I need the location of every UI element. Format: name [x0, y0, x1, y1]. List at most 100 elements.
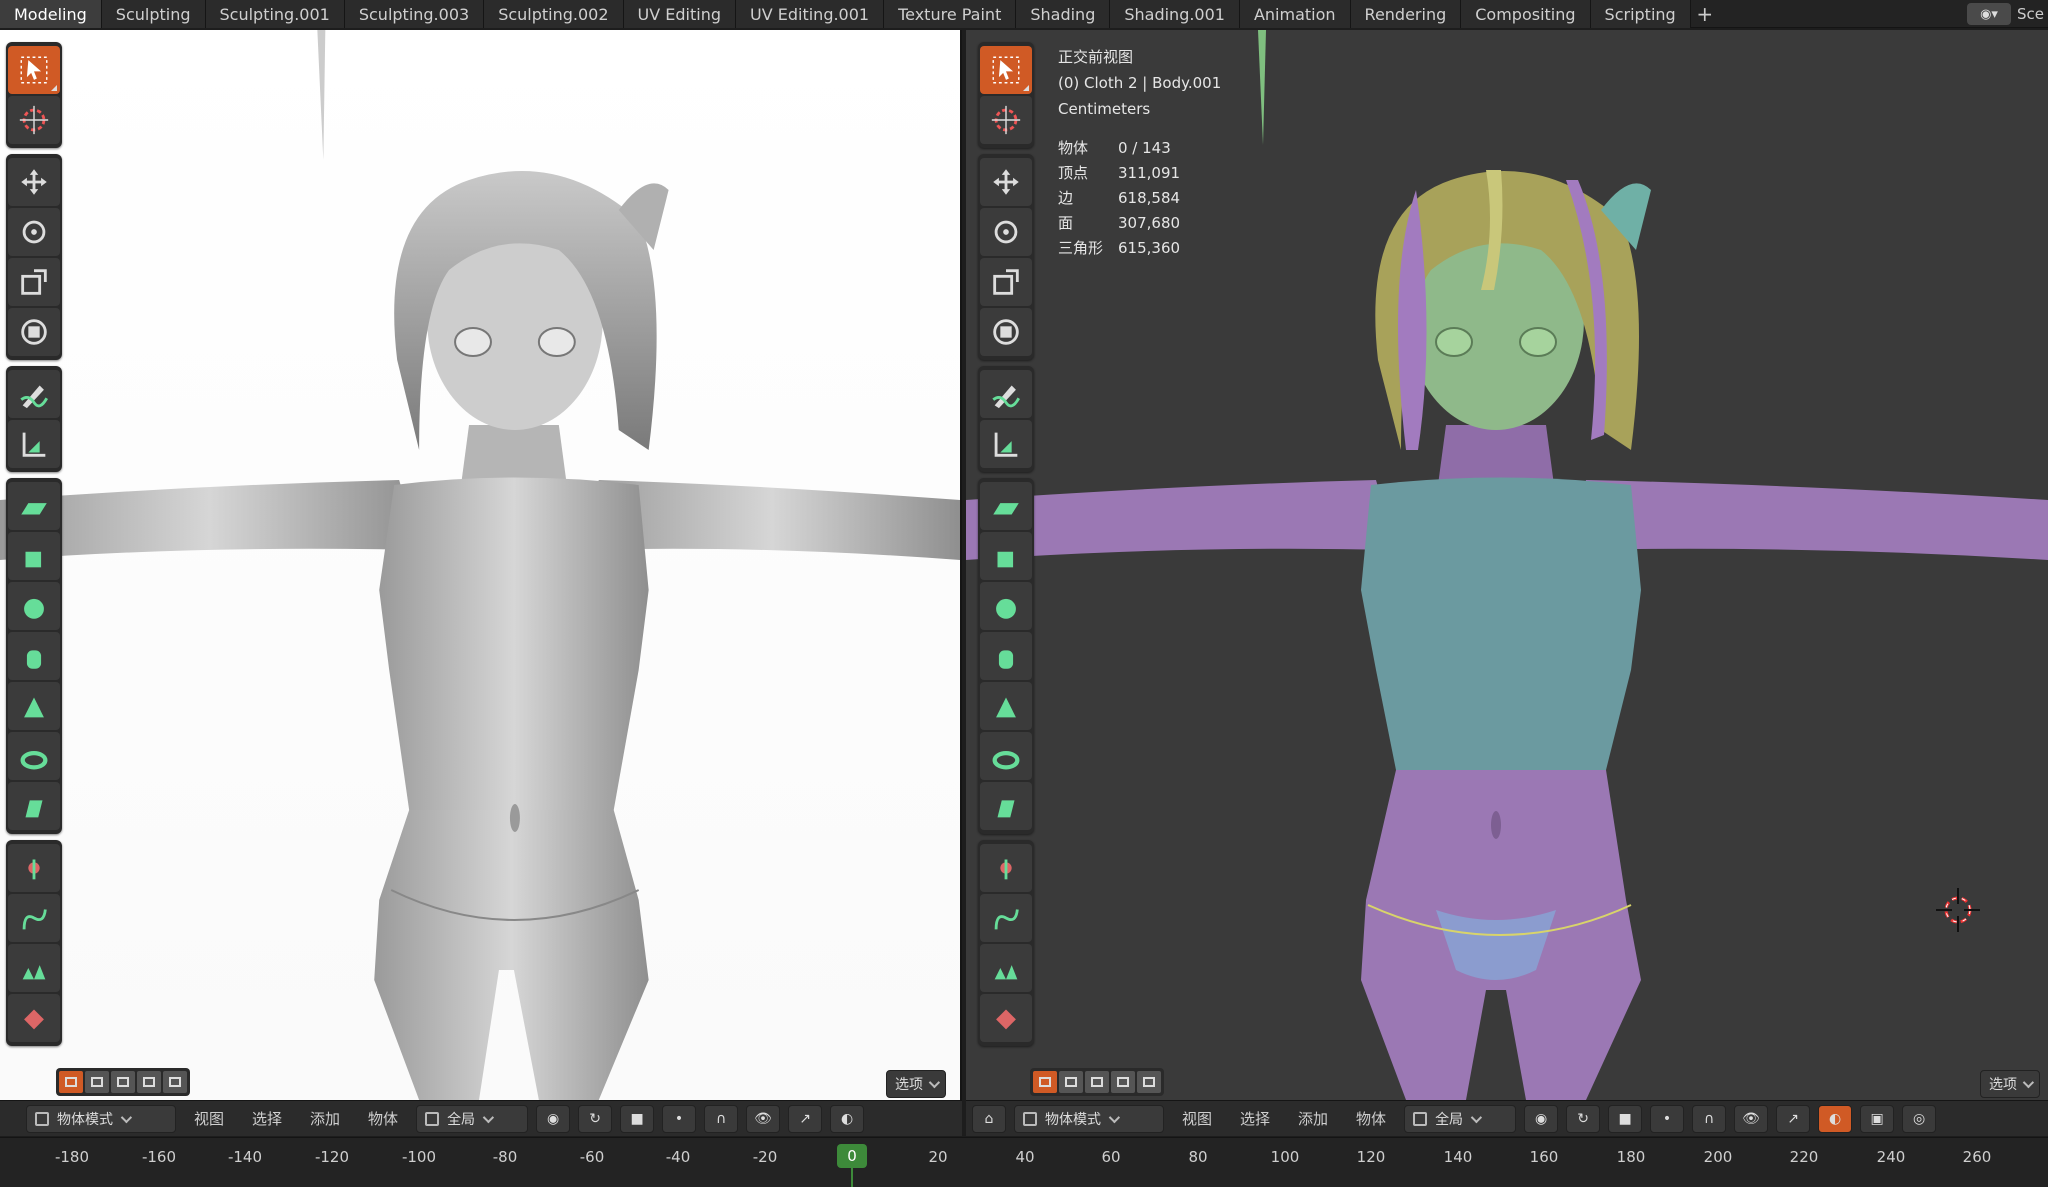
options-button-left[interactable]: 选项	[886, 1070, 946, 1098]
select-intersect-icon[interactable]	[1137, 1071, 1161, 1093]
scene-icon[interactable]: ◉▾	[1967, 3, 2011, 25]
add-cylinder-icon[interactable]	[980, 632, 1032, 680]
3d-cursor-icon[interactable]	[1934, 886, 1982, 934]
menu-object[interactable]: 物体	[1346, 1108, 1396, 1129]
add-sphere-icon[interactable]	[980, 582, 1032, 630]
proportional-edit-icon[interactable]: •	[1650, 1104, 1685, 1133]
transform-icon[interactable]	[8, 308, 60, 356]
scale-icon[interactable]	[980, 258, 1032, 306]
scale-icon[interactable]	[8, 258, 60, 306]
tab-sculpting-003[interactable]: Sculpting.003	[344, 0, 485, 28]
tab-texture-paint[interactable]: Texture Paint	[884, 0, 1017, 28]
transform-icon[interactable]	[980, 308, 1032, 356]
menu-view[interactable]: 视图	[1172, 1108, 1222, 1129]
scene-label[interactable]: Sce	[2017, 5, 2044, 23]
add-grass-icon[interactable]	[8, 944, 60, 992]
overlay-icon[interactable]: ◐	[1818, 1104, 1853, 1133]
add-bone-icon[interactable]	[980, 844, 1032, 892]
snap-target-icon[interactable]: ■	[1608, 1104, 1643, 1133]
select-invert-icon[interactable]	[1111, 1071, 1135, 1093]
wireframe-shading-icon[interactable]: ◎	[1902, 1104, 1937, 1133]
tab-uv-editing[interactable]: UV Editing	[623, 0, 736, 28]
cursor-icon[interactable]	[8, 96, 60, 144]
viewport-left[interactable]: 选项	[0, 30, 962, 1100]
pivot-icon[interactable]: ◉	[1524, 1104, 1559, 1133]
snap-icon[interactable]: ↻	[1566, 1104, 1601, 1133]
xray-icon[interactable]: ▣	[1860, 1104, 1895, 1133]
add-cube-icon[interactable]	[980, 532, 1032, 580]
editor-type-icon[interactable]: ⌂	[972, 1104, 1006, 1133]
add-bone-icon[interactable]	[8, 844, 60, 892]
tab-shading-001[interactable]: Shading.001	[1110, 0, 1240, 28]
add-torus-icon[interactable]	[8, 732, 60, 780]
add-gem-icon[interactable]	[980, 994, 1032, 1042]
select-new-icon[interactable]	[1033, 1071, 1057, 1093]
measure-icon[interactable]	[980, 420, 1032, 468]
add-workspace-button[interactable]: +	[1691, 0, 1719, 28]
annotate-icon[interactable]	[8, 370, 60, 418]
select-extend-icon[interactable]	[85, 1071, 109, 1093]
select-invert-icon[interactable]	[137, 1071, 161, 1093]
add-grass-icon[interactable]	[980, 944, 1032, 992]
move-icon[interactable]	[980, 158, 1032, 206]
visibility-icon[interactable]: 👁	[746, 1104, 781, 1133]
proportional-edit-icon[interactable]: •	[662, 1104, 697, 1133]
annotate-icon[interactable]	[980, 370, 1032, 418]
add-prism-icon[interactable]	[8, 782, 60, 830]
pivot-icon[interactable]: ◉	[536, 1104, 571, 1133]
rotate-icon[interactable]	[980, 208, 1032, 256]
tab-sculpting-001[interactable]: Sculpting.001	[205, 0, 345, 28]
falloff-icon[interactable]: ∩	[704, 1104, 739, 1133]
select-box-icon[interactable]	[8, 46, 60, 94]
add-cone-icon[interactable]	[8, 682, 60, 730]
add-cone-icon[interactable]	[980, 682, 1032, 730]
menu-view[interactable]: 视图	[184, 1108, 234, 1129]
measure-icon[interactable]	[8, 420, 60, 468]
add-cylinder-icon[interactable]	[8, 632, 60, 680]
snap-target-icon[interactable]: ■	[620, 1104, 655, 1133]
gizmo-icon[interactable]: ↗	[788, 1104, 823, 1133]
rotate-icon[interactable]	[8, 208, 60, 256]
snap-icon[interactable]: ↻	[578, 1104, 613, 1133]
add-cube-icon[interactable]	[8, 532, 60, 580]
select-subtract-icon[interactable]	[111, 1071, 135, 1093]
tab-animation[interactable]: Animation	[1239, 0, 1351, 28]
gizmo-icon[interactable]: ↗	[1776, 1104, 1811, 1133]
falloff-icon[interactable]: ∩	[1692, 1104, 1727, 1133]
tab-uv-editing-001[interactable]: UV Editing.001	[736, 0, 885, 28]
tab-modeling[interactable]: Modeling	[0, 0, 102, 28]
object-mode-dropdown[interactable]: 物体模式	[1014, 1104, 1164, 1133]
add-plane-icon[interactable]	[8, 482, 60, 530]
tab-compositing[interactable]: Compositing	[1461, 0, 1591, 28]
tab-rendering[interactable]: Rendering	[1350, 0, 1462, 28]
tab-scripting[interactable]: Scripting	[1590, 0, 1691, 28]
select-intersect-icon[interactable]	[163, 1071, 187, 1093]
transform-orientation-dropdown[interactable]: 全局	[416, 1104, 529, 1133]
menu-add[interactable]: 添加	[1288, 1108, 1338, 1129]
select-extend-icon[interactable]	[1059, 1071, 1083, 1093]
add-prism-icon[interactable]	[980, 782, 1032, 830]
menu-select[interactable]: 选择	[1230, 1108, 1280, 1129]
tab-shading[interactable]: Shading	[1016, 0, 1111, 28]
move-icon[interactable]	[8, 158, 60, 206]
overlay-icon[interactable]: ◐	[830, 1104, 865, 1133]
cursor-icon[interactable]	[980, 96, 1032, 144]
add-sphere-icon[interactable]	[8, 582, 60, 630]
select-subtract-icon[interactable]	[1085, 1071, 1109, 1093]
add-torus-icon[interactable]	[980, 732, 1032, 780]
menu-add[interactable]: 添加	[300, 1108, 350, 1129]
select-box-icon[interactable]	[980, 46, 1032, 94]
object-mode-dropdown[interactable]: 物体模式	[26, 1104, 176, 1133]
visibility-icon[interactable]: 👁	[1734, 1104, 1769, 1133]
timeline[interactable]: -180 -160 -140 -120 -100 -80 -60 -40 -20…	[0, 1137, 2048, 1187]
add-plane-icon[interactable]	[980, 482, 1032, 530]
tab-sculpting-002[interactable]: Sculpting.002	[484, 0, 624, 28]
current-frame-indicator[interactable]: 0	[837, 1144, 867, 1168]
viewport-right[interactable]: 正交前视图 (0) Cloth 2 | Body.001 Centimeters…	[966, 30, 2048, 1100]
menu-object[interactable]: 物体	[358, 1108, 408, 1129]
add-curve-icon[interactable]	[980, 894, 1032, 942]
tab-sculpting[interactable]: Sculpting	[101, 0, 206, 28]
transform-orientation-dropdown[interactable]: 全局	[1404, 1104, 1517, 1133]
select-new-icon[interactable]	[59, 1071, 83, 1093]
menu-select[interactable]: 选择	[242, 1108, 292, 1129]
